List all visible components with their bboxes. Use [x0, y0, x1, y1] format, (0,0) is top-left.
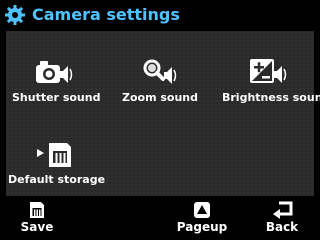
- brightness-sound-icon: [250, 59, 287, 83]
- save-label: Save: [20, 220, 54, 234]
- settings-panel: Shutter sound Zoom sound Brightness soun…: [6, 31, 320, 196]
- pageup-label: Pageup: [176, 220, 228, 234]
- default-storage-option[interactable]: Default storage: [8, 139, 106, 186]
- zoom-sound-icon: [143, 59, 177, 84]
- back-arrow-icon: [273, 201, 293, 219]
- shutter-sound-label: Shutter sound: [12, 91, 101, 104]
- gear-icon: [5, 5, 25, 25]
- back-softkey[interactable]: Back: [260, 201, 304, 234]
- memory-card-icon: [30, 202, 44, 218]
- softkey-bar: Save Pageup Back: [0, 198, 320, 240]
- page-title: Camera settings: [32, 5, 180, 24]
- save-softkey[interactable]: Save: [16, 201, 58, 234]
- shutter-sound-option[interactable]: Shutter sound: [12, 57, 101, 104]
- zoom-sound-label: Zoom sound: [121, 91, 199, 104]
- memory-card-icon: [37, 143, 71, 167]
- pageup-softkey[interactable]: Pageup: [172, 201, 232, 234]
- camera-sound-icon: [36, 61, 73, 83]
- default-storage-label: Default storage: [8, 173, 106, 186]
- brightness-sound-label: Brightness sound: [222, 91, 320, 104]
- back-label: Back: [265, 220, 299, 234]
- header-bar: Camera settings: [0, 0, 320, 30]
- up-arrow-icon: [194, 202, 210, 218]
- brightness-sound-option[interactable]: Brightness sound: [222, 57, 320, 104]
- zoom-sound-option[interactable]: Zoom sound: [118, 57, 202, 104]
